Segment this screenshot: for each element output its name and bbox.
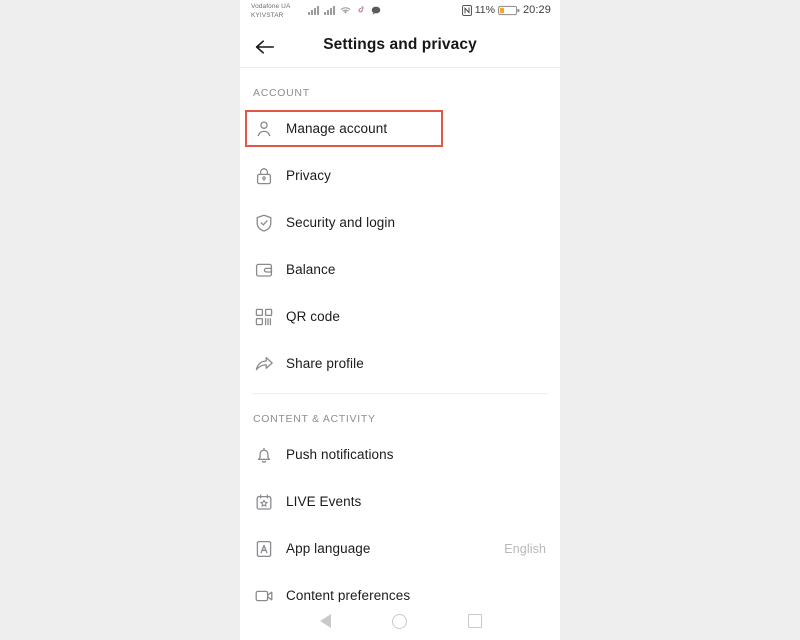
wallet-icon (253, 259, 275, 281)
list-item-label: Push notifications (286, 447, 394, 462)
nav-back-button[interactable] (312, 608, 338, 634)
list-item-wrapper: Push notifications (240, 431, 560, 478)
list-item-push-notifications[interactable]: Push notifications (240, 431, 560, 478)
nav-home-button[interactable] (387, 608, 413, 634)
lock-icon (253, 165, 275, 187)
list-item-manage-account[interactable]: Manage account (240, 105, 560, 152)
list-item-live-events[interactable]: LIVE Events (240, 478, 560, 525)
list-item-value: English (504, 541, 546, 556)
calendar-star-icon (253, 491, 275, 513)
clock-label: 20:29 (522, 4, 551, 16)
list-item-label: QR code (286, 309, 340, 324)
screenshot-canvas: Vodafone UA KYIVSTAR 11% 20:29 Settings … (0, 0, 800, 640)
list-item-label: Content preferences (286, 588, 411, 603)
list-item-qr-code[interactable]: QR code (240, 293, 560, 340)
carrier-line-2: KYIVSTAR (251, 12, 284, 19)
list-item-label: Security and login (286, 215, 396, 230)
wifi-icon (340, 6, 351, 15)
phone-screen: Vodafone UA KYIVSTAR 11% 20:29 Settings … (240, 0, 560, 640)
chat-bubble-icon (371, 6, 381, 15)
status-bar: Vodafone UA KYIVSTAR 11% 20:29 (240, 0, 560, 26)
list-item-label: Manage account (286, 121, 388, 136)
shield-check-icon (253, 212, 275, 234)
carrier-line-1: Vodafone UA (251, 3, 291, 10)
nav-recents-icon (467, 614, 482, 628)
share-arrow-icon (253, 353, 275, 375)
section-header: CONTENT & ACTIVITY (253, 413, 376, 425)
carrier-label: Vodafone UA KYIVSTAR (251, 2, 290, 20)
list-item-app-language[interactable]: App language English (240, 525, 560, 572)
android-nav-bar (240, 602, 560, 640)
list-item-label: App language (286, 541, 371, 556)
list-item-wrapper: Security and login (240, 199, 560, 246)
nav-home-icon (392, 613, 408, 629)
battery-percent-label: 11% (474, 4, 495, 16)
list-item-wrapper: Balance (240, 246, 560, 293)
list-item-label: Privacy (286, 168, 331, 183)
list-item-security-and-login[interactable]: Security and login (240, 199, 560, 246)
app-header: Settings and privacy (240, 26, 560, 68)
list-item-wrapper: QR code (240, 293, 560, 340)
nav-back-icon (319, 614, 331, 628)
page-title: Settings and privacy (323, 36, 477, 53)
list-item-wrapper: Manage account (240, 105, 560, 152)
list-item-label: LIVE Events (286, 494, 362, 509)
nav-recents-button[interactable] (462, 608, 488, 634)
letter-a-box-icon (253, 538, 275, 560)
list-item-balance[interactable]: Balance (240, 246, 560, 293)
settings-list: ACCOUNT Manage account Privacy Security and… (240, 68, 560, 619)
status-right-group: 11% 20:29 (461, 4, 551, 16)
section-header: ACCOUNT (253, 87, 310, 99)
list-item-wrapper: Share profile (240, 340, 560, 387)
list-item-privacy[interactable]: Privacy (240, 152, 560, 199)
list-item-label: Share profile (286, 356, 364, 371)
bell-icon (253, 444, 275, 466)
list-item-wrapper: App language English (240, 525, 560, 572)
battery-icon (498, 5, 520, 16)
list-item-wrapper: LIVE Events (240, 478, 560, 525)
status-icon-group (308, 5, 381, 15)
list-item-share-profile[interactable]: Share profile (240, 340, 560, 387)
list-item-label: Balance (286, 262, 336, 277)
nfc-icon (461, 4, 472, 16)
list-item-wrapper: Privacy (240, 152, 560, 199)
signal-bars-icon-2 (324, 6, 335, 15)
tiktok-icon (356, 5, 366, 15)
qr-code-icon (253, 306, 275, 328)
person-icon (253, 118, 275, 140)
signal-bars-icon (308, 6, 319, 15)
